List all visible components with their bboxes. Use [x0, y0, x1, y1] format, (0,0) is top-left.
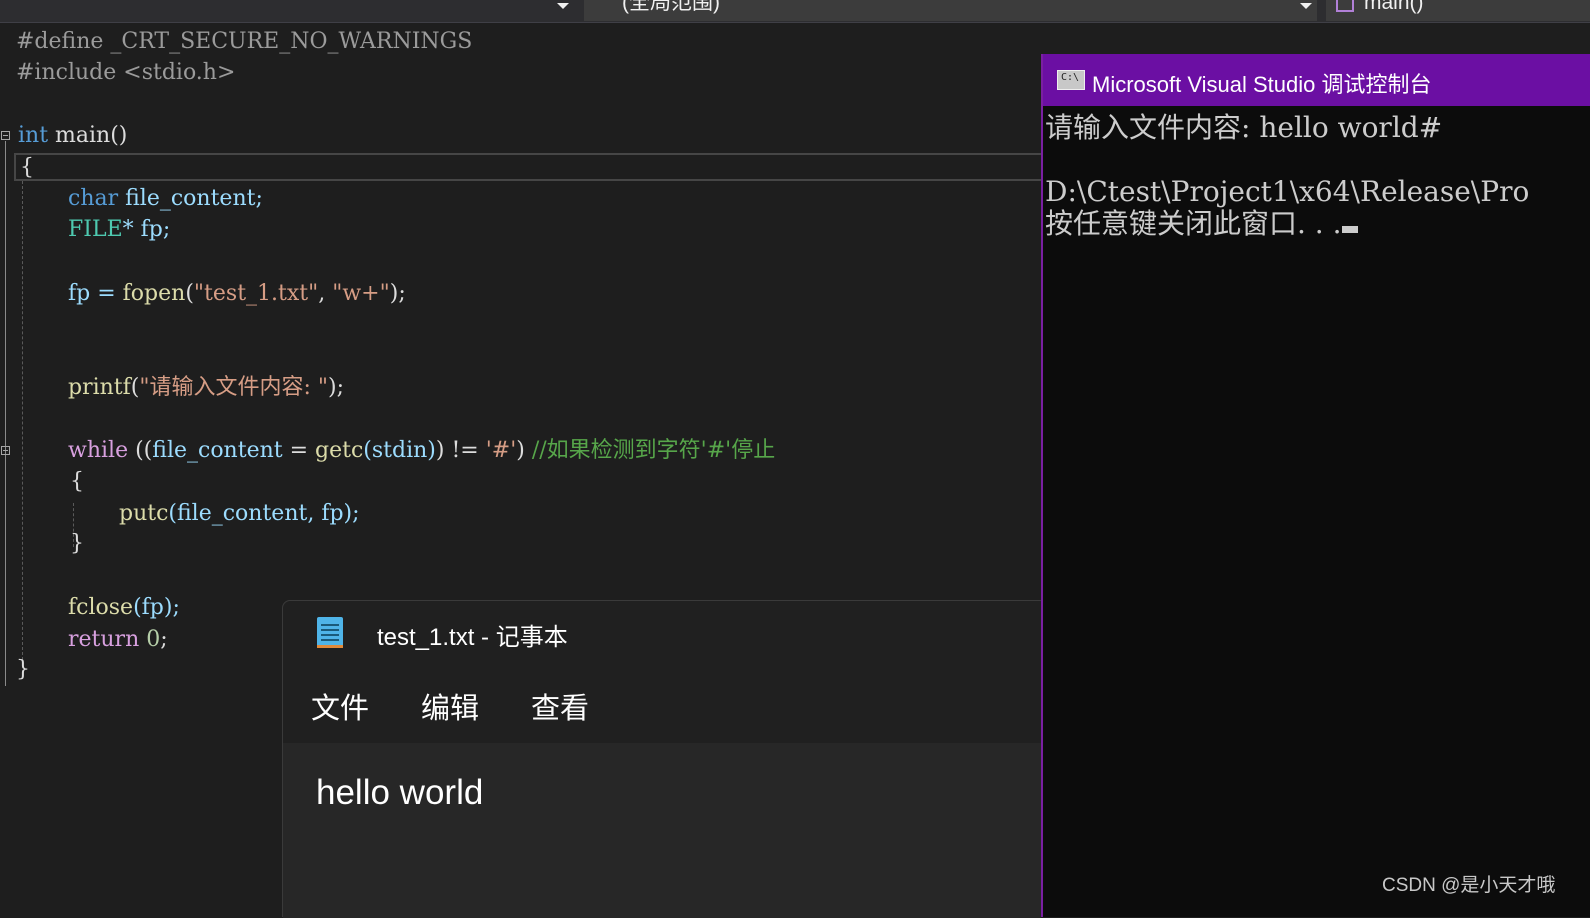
fold-guide: [5, 141, 6, 686]
brace: }: [70, 531, 84, 556]
brace: {: [70, 469, 84, 494]
var-decl: file_content;: [118, 186, 263, 211]
keyword-int: int: [18, 123, 49, 148]
brace: {: [20, 155, 34, 180]
code-line-fopen: fp = fopen("test_1.txt", "w+");: [68, 279, 406, 309]
notepad-window[interactable]: test_1.txt - 记事本 文件 编辑 查看 hello world: [282, 600, 1041, 918]
console-prompt-text: 按任意键关闭此窗口. . .: [1045, 207, 1342, 240]
assign: fp =: [68, 281, 123, 306]
keyword-while: while: [68, 438, 129, 463]
code-line-return: return 0;: [68, 625, 168, 655]
code-line-brace-open2: {: [70, 467, 84, 497]
code-line-printf: printf("请输入文件内容: ");: [68, 373, 344, 403]
op: =: [282, 438, 316, 463]
func-fclose: fclose: [68, 595, 134, 620]
chevron-down-icon: [557, 3, 569, 9]
paren: );: [328, 375, 345, 400]
comment: //如果检测到字符'#'停止: [531, 438, 776, 463]
collapse-main-icon[interactable]: [1, 131, 10, 140]
code-line-1: #define _CRT_SECURE_NO_WARNINGS: [16, 27, 472, 57]
scope-dropdown[interactable]: (全局范围): [584, 0, 1317, 21]
current-line-highlight: [14, 153, 1044, 181]
code-line-file-decl: FILE* fp;: [68, 215, 170, 245]
semicolon: ;: [160, 627, 168, 652]
string-literal: "w+": [332, 281, 390, 306]
function-dropdown[interactable]: main(): [1326, 0, 1590, 21]
menu-view[interactable]: 查看: [531, 685, 589, 727]
func-getc: getc: [315, 438, 364, 463]
scope-dropdown-label: (全局范围): [622, 0, 720, 14]
watermark: CSDN @是小天才哦: [1382, 875, 1556, 896]
func-putc: putc: [119, 501, 169, 526]
console-line-path: D:\Ctest\Project1\x64\Release\Pro: [1045, 175, 1530, 208]
string-literal: "test_1.txt": [193, 281, 319, 306]
comma: ,: [318, 281, 333, 306]
code-line-brace-close2: }: [70, 529, 84, 559]
args: (stdin): [363, 438, 436, 463]
notepad-title: test_1.txt - 记事本: [377, 624, 568, 651]
paren: (: [185, 281, 194, 306]
var-decl: * fp;: [122, 217, 171, 242]
paren: );: [389, 281, 406, 306]
char-literal: '#': [485, 438, 517, 463]
brace: }: [16, 657, 30, 682]
project-dropdown[interactable]: [0, 0, 575, 21]
console-title-bar[interactable]: Microsoft Visual Studio 调试控制台: [1043, 54, 1590, 106]
keyword-return: return: [68, 627, 140, 652]
func-fopen: fopen: [122, 281, 186, 306]
code-line-main: int main(): [18, 121, 127, 151]
menu-edit[interactable]: 编辑: [421, 685, 479, 727]
var: file_content: [152, 438, 283, 463]
args: (file_content, fp);: [168, 501, 360, 526]
method-cube-icon: [1336, 0, 1354, 12]
code-line-fclose: fclose(fp);: [68, 593, 180, 623]
preprocessor-define: #define _CRT_SECURE_NO_WARNINGS: [16, 29, 473, 54]
collapse-while-icon[interactable]: [1, 446, 10, 455]
notepad-text-area[interactable]: hello world: [283, 743, 1041, 918]
console-title: Microsoft Visual Studio 调试控制台: [1092, 72, 1432, 97]
navigation-bar: (全局范围) main(): [0, 0, 1590, 23]
console-line-input: 请输入文件内容: hello world#: [1045, 111, 1443, 144]
op: ) !=: [435, 438, 486, 463]
func-printf: printf: [68, 375, 131, 400]
debug-console-window[interactable]: Microsoft Visual Studio 调试控制台 请输入文件内容: h…: [1041, 54, 1590, 917]
preprocessor-include: #include <stdio.h>: [16, 60, 236, 85]
function-dropdown-label: main(): [1364, 0, 1424, 14]
indent-guide: [22, 181, 23, 665]
chevron-down-icon: [1300, 3, 1312, 9]
code-line-brace-open: {: [20, 153, 34, 183]
code-line-2: #include <stdio.h>: [16, 58, 235, 88]
function-main: main(): [48, 123, 128, 148]
code-line-while: while ((file_content = getc(stdin)) != '…: [68, 436, 775, 466]
console-line-prompt: 按任意键关闭此窗口. . .: [1045, 208, 1358, 240]
notepad-title-bar[interactable]: test_1.txt - 记事本: [283, 601, 1041, 665]
cursor-caret: [1341, 226, 1358, 233]
menu-file[interactable]: 文件: [311, 685, 369, 727]
args: (fp);: [133, 595, 180, 620]
notepad-icon: [317, 617, 343, 648]
type-file: FILE: [68, 217, 123, 242]
console-app-icon: [1057, 70, 1085, 90]
paren: ): [516, 438, 532, 463]
code-line-char-decl: char file_content;: [68, 184, 263, 214]
code-line-brace-close: }: [16, 655, 30, 685]
number: 0: [139, 627, 161, 652]
keyword-char: char: [68, 186, 119, 211]
notepad-menu-bar: 文件 编辑 查看: [283, 665, 1041, 743]
notepad-content: hello world: [316, 773, 484, 812]
code-line-putc: putc(file_content, fp);: [119, 499, 360, 529]
paren: ((: [128, 438, 153, 463]
string-literal: "请输入文件内容: ": [139, 375, 329, 400]
